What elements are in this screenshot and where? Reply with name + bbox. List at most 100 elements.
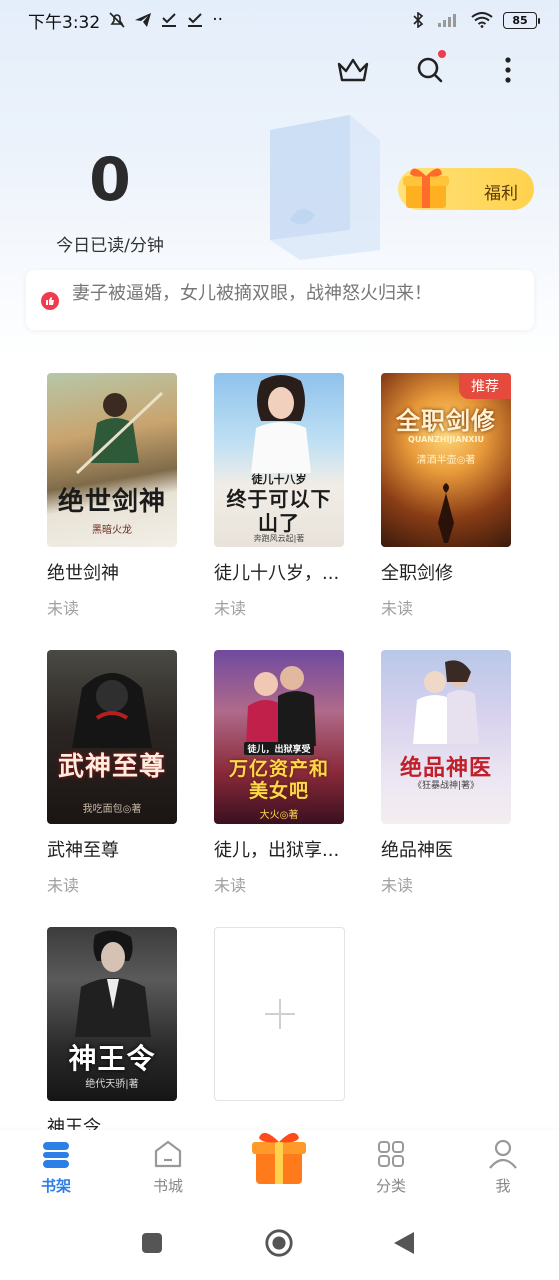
bottom-tab-bar: 书架 书城 分类 我	[0, 1130, 559, 1210]
vip-crown-button[interactable]	[333, 50, 373, 90]
signal-icon	[438, 14, 456, 27]
recents-button[interactable]	[137, 1228, 167, 1258]
cover-author: 黑暗火龙	[92, 525, 132, 536]
cover-subtitle: 徒儿十八岁	[251, 473, 307, 486]
tab-gift[interactable]	[246, 1122, 312, 1188]
cover-subtitle: 徒儿，出狱享受	[244, 742, 314, 755]
tab-label: 书城	[152, 1177, 183, 1195]
cover-figure	[413, 660, 479, 744]
book-title: 绝世剑神	[47, 563, 119, 584]
book-cover[interactable]: 神王令 绝代天骄|著	[47, 927, 177, 1101]
cover-figure	[251, 375, 311, 473]
download-check-icon	[188, 13, 203, 27]
book-item[interactable]: 推荐 全职剑修 QUANZHIJIANXIU 清酒半壶◎著 全职剑修 未读	[381, 373, 513, 619]
download-check-icon	[162, 13, 177, 27]
book-item[interactable]: 神王令 绝代天骄|著 神王令	[47, 927, 179, 1139]
book-item[interactable]: 绝世剑神 黑暗火龙 绝世剑神 未读	[47, 373, 179, 619]
status-time: 下午3:32	[28, 12, 101, 33]
crown-icon	[337, 58, 369, 82]
book-read-status: 未读	[47, 876, 80, 895]
recommend-badge: 推荐	[459, 373, 511, 399]
more-vertical-icon	[505, 57, 511, 83]
cover-figure	[438, 483, 454, 543]
book-read-status: 未读	[381, 876, 414, 895]
back-triangle-icon	[394, 1232, 414, 1254]
book-cover[interactable]: 绝品神医 《狂暴战神|著》	[381, 650, 511, 824]
book-title: 绝品神医	[381, 840, 453, 861]
search-icon	[417, 57, 443, 83]
promo-notice-bar[interactable]: 妻子被逼婚，女儿被摘双眼，战神怒火归来！	[26, 270, 534, 330]
cover-figure	[75, 930, 151, 1037]
cover-author: 我吃面包◎著	[82, 804, 142, 815]
book-cover[interactable]: 武神至尊 我吃面包◎著	[47, 650, 177, 824]
mute-bell-icon	[109, 12, 125, 28]
book-read-status: 未读	[47, 599, 80, 618]
tab-label: 书架	[40, 1177, 71, 1195]
notification-dot	[438, 50, 446, 58]
search-button[interactable]	[410, 50, 450, 90]
today-read-minutes: 0	[89, 145, 131, 215]
cover-author: 《狂暴战神|著》	[412, 781, 480, 791]
cover-figure	[75, 391, 164, 475]
cover-title: 绝世剑神	[57, 487, 166, 517]
promo-notice-text: 妻子被逼婚，女儿被摘双眼，战神怒火归来！	[72, 283, 432, 304]
book-cover[interactable]: 推荐 全职剑修 QUANZHIJIANXIU 清酒半壶◎著	[381, 373, 511, 547]
profile-icon	[489, 1139, 517, 1169]
more-menu-button[interactable]	[488, 50, 528, 90]
book-item[interactable]: 武神至尊 我吃面包◎著 武神至尊 未读	[47, 650, 179, 896]
book-read-status: 未读	[214, 599, 247, 618]
today-read-label: 今日已读/分钟	[56, 236, 164, 256]
book-item[interactable]: 徒儿，出狱享受 万亿资产和美女吧 大火◎著 徒儿，出狱享... 未读	[214, 650, 346, 896]
tab-bookshelf[interactable]: 书架	[26, 1138, 86, 1196]
tab-label: 分类	[375, 1177, 406, 1195]
book-item[interactable]: 徒儿十八岁 终于可以下山了 奔跑风云起|著 徒儿十八岁，... 未读	[214, 373, 346, 619]
cover-title: 神王令	[68, 1042, 156, 1075]
book-item[interactable]: 绝品神医 《狂暴战神|著》 绝品神医 未读	[381, 650, 513, 896]
tab-label: 我	[495, 1177, 511, 1195]
cover-author: 奔跑风云起|著	[253, 534, 305, 543]
cover-author: 大火◎著	[259, 810, 299, 821]
bookstore-icon	[154, 1140, 182, 1168]
wifi-icon	[471, 12, 493, 28]
status-bar: 下午3:32 ·· 85	[0, 0, 559, 40]
book-title: 武神至尊	[47, 840, 119, 861]
book-cover[interactable]: 徒儿，出狱享受 万亿资产和美女吧 大火◎著	[214, 650, 344, 824]
book-title: 全职剑修	[381, 563, 453, 584]
thumbs-up-icon	[41, 292, 59, 310]
system-nav-bar	[0, 1210, 559, 1280]
category-grid-icon	[378, 1141, 404, 1167]
book-cover[interactable]: 绝世剑神 黑暗火龙	[47, 373, 177, 547]
book-read-status: 未读	[381, 599, 414, 618]
bluetooth-icon	[413, 12, 424, 28]
cover-figure	[72, 673, 152, 748]
gift-box-icon	[252, 1132, 306, 1184]
cover-author: 清酒半壶◎著	[416, 455, 476, 466]
book-title: 徒儿，出狱享...	[214, 840, 340, 861]
cover-title: 全职剑修	[396, 406, 496, 435]
book-read-status: 未读	[214, 876, 247, 895]
back-button[interactable]	[390, 1228, 420, 1258]
cover-figure	[246, 666, 316, 746]
cover-title: 万亿资产和美女吧	[228, 758, 329, 802]
cover-author: 绝代天骄|著	[85, 1079, 139, 1090]
welfare-label: 福利	[484, 184, 518, 204]
tab-bookstore[interactable]: 书城	[138, 1138, 198, 1196]
cover-subtitle: QUANZHIJIANXIU	[408, 435, 484, 444]
tab-category[interactable]: 分类	[361, 1138, 421, 1196]
cover-title: 终于可以下山了	[226, 487, 332, 535]
cover-title: 武神至尊	[57, 752, 166, 782]
home-circle-icon	[265, 1229, 293, 1257]
home-button[interactable]	[264, 1228, 294, 1258]
welfare-button[interactable]: 福利	[398, 168, 534, 210]
add-book-button[interactable]	[214, 927, 345, 1101]
gift-icon	[403, 168, 449, 208]
square-icon	[142, 1233, 162, 1253]
decorative-book-illustration	[270, 115, 380, 260]
plus-icon	[264, 999, 295, 1029]
bookshelf-icon	[43, 1142, 69, 1168]
book-cover[interactable]: 徒儿十八岁 终于可以下山了 奔跑风云起|著	[214, 373, 344, 547]
status-more-dots: ··	[212, 10, 223, 30]
battery-icon: 85	[503, 11, 540, 29]
tab-profile[interactable]: 我	[473, 1138, 533, 1196]
telegram-icon	[135, 13, 152, 27]
